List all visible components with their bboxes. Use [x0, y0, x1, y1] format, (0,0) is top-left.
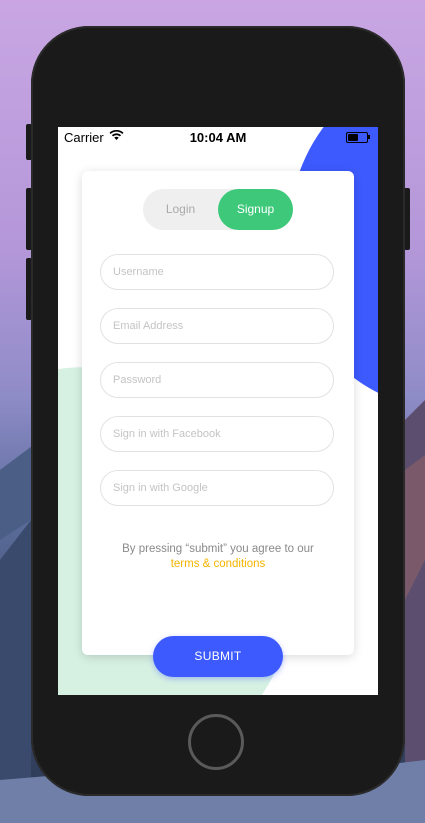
password-input[interactable]: [100, 362, 334, 398]
battery-icon: [346, 132, 370, 143]
home-button[interactable]: [188, 714, 244, 770]
facebook-signin-input[interactable]: [100, 416, 334, 452]
terms-link[interactable]: terms & conditions: [82, 557, 354, 572]
google-signin-input[interactable]: [100, 470, 334, 506]
status-bar: Carrier 10:04 AM: [58, 127, 378, 147]
signup-card: Login Signup By pressing “submit” you ag…: [82, 171, 354, 655]
status-time: 10:04 AM: [189, 130, 247, 145]
terms-text: By pressing “submit” you agree to our: [122, 543, 314, 555]
login-signup-toggle: Login Signup: [143, 189, 293, 230]
email-input[interactable]: [100, 308, 334, 344]
signup-tab[interactable]: Signup: [218, 189, 293, 230]
username-input[interactable]: [100, 254, 334, 290]
terms-notice: By pressing “submit” you agree to our te…: [82, 542, 354, 572]
app-screen: Carrier 10:04 AM Login Signup By pressin…: [58, 127, 378, 695]
login-tab[interactable]: Login: [143, 189, 218, 230]
submit-button[interactable]: SUBMIT: [153, 636, 283, 677]
